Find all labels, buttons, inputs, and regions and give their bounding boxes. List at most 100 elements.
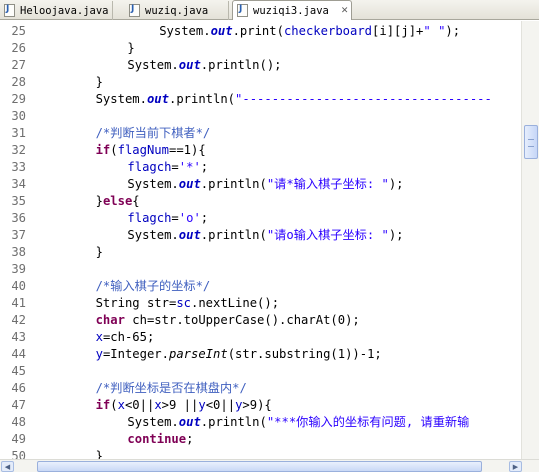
code-line[interactable]: 36 flagch='o';	[0, 210, 521, 227]
code-token: String str=	[95, 296, 177, 310]
code-text: }	[96, 448, 103, 459]
code-token: );	[445, 24, 461, 38]
code-line[interactable]: 31 /*判断当前下棋者*/	[0, 125, 521, 142]
code-token: '*'	[178, 160, 201, 174]
code-token: (str.substring(1))-1;	[227, 347, 382, 361]
code-text: if(x<0||x>9 ||y<0||y>9){	[96, 397, 272, 414]
code-token: continue	[127, 432, 187, 446]
close-icon[interactable]: ✕	[341, 6, 349, 16]
code-line[interactable]: 46 /*判断坐标是否在棋盘内*/	[0, 380, 521, 397]
horizontal-scroll-thumb[interactable]	[37, 461, 482, 472]
line-number: 40	[11, 279, 26, 293]
code-line[interactable]: 44 y=Integer.parseInt(str.substring(1))-1…	[0, 346, 521, 363]
code-token: out	[146, 92, 169, 106]
code-token: .println(	[200, 415, 267, 429]
code-line[interactable]: 47 if(x<0||x>9 ||y<0||y>9){	[0, 397, 521, 414]
code-line[interactable]: 50}	[0, 448, 521, 459]
code-text: }else{	[96, 193, 140, 210]
tab-heloojava[interactable]: Heloojava.java	[0, 1, 113, 20]
code-line[interactable]: 40 /*输入棋子的坐标*/	[0, 278, 521, 295]
code-token: }	[127, 41, 135, 55]
code-line[interactable]: 45	[0, 363, 521, 380]
tab-wuziqi3[interactable]: wuziqi3.java ✕	[232, 0, 352, 20]
code-token: (	[110, 398, 118, 412]
code-token: " "	[423, 24, 446, 38]
code-token: y	[198, 398, 206, 412]
code-line[interactable]: 32 if(flagNum==1){	[0, 142, 521, 159]
line-number: 30	[11, 109, 26, 123]
right-arrow-icon[interactable]: ▶	[509, 461, 522, 472]
code-line[interactable]: 29 System.out.println("------------------…	[0, 91, 521, 108]
code-token: }	[95, 245, 103, 259]
code-text: flagch='o';	[127, 210, 208, 227]
code-token: x	[117, 398, 125, 412]
code-token: );	[388, 177, 404, 191]
tab-label: Heloojava.java	[20, 4, 109, 17]
code-text: if(flagNum==1){	[96, 142, 206, 159]
code-line[interactable]: 26}	[0, 40, 521, 57]
code-token: );	[388, 228, 404, 242]
code-token: System.	[159, 24, 211, 38]
code-token: System.	[127, 177, 179, 191]
code-token: "----------------------------------	[235, 92, 492, 106]
code-token: <0||	[124, 398, 155, 412]
code-line[interactable]: 39	[0, 261, 521, 278]
code-token: if	[95, 398, 111, 412]
code-token: /*判断坐标是否在棋盘内*/	[95, 381, 247, 395]
code-token: =ch-65;	[102, 330, 155, 344]
code-token: sc	[176, 296, 191, 310]
code-line[interactable]: 42 char ch=str.toUpperCase().charAt(0);	[0, 312, 521, 329]
code-editor[interactable]: 25 System.out.print(checkerboard[i][j]+" …	[0, 21, 521, 459]
code-line[interactable]: 27 System.out.println();	[0, 57, 521, 74]
line-number: 49	[11, 432, 26, 446]
code-token: (	[110, 143, 118, 157]
editor-tab-bar: Heloojava.java wuziq.java wuziqi3.java ✕	[0, 0, 539, 20]
code-line[interactable]: 49 continue;	[0, 431, 521, 448]
code-token: }	[95, 75, 103, 89]
code-token: flagNum	[117, 143, 169, 157]
code-line[interactable]: 33 flagch='*';	[0, 159, 521, 176]
code-text: }	[96, 244, 103, 261]
line-number: 37	[11, 228, 26, 242]
line-number: 39	[11, 262, 26, 276]
java-file-icon	[129, 4, 140, 17]
code-text: }	[127, 40, 134, 57]
code-token: parseInt	[168, 347, 228, 361]
code-line[interactable]: 43 x=ch-65;	[0, 329, 521, 346]
vertical-scroll-thumb[interactable]	[524, 125, 538, 159]
left-arrow-icon[interactable]: ◀	[1, 461, 14, 472]
code-line[interactable]: 28}	[0, 74, 521, 91]
code-text: x=ch-65;	[96, 329, 155, 346]
code-token: .println(	[168, 92, 236, 106]
code-token: out	[178, 58, 201, 72]
line-number: 28	[11, 75, 26, 89]
code-text: System.out.println("请*输入棋子坐标: ");	[127, 176, 403, 193]
code-token: .nextLine();	[191, 296, 280, 310]
vertical-scrollbar[interactable]	[521, 21, 539, 459]
horizontal-scrollbar[interactable]: ◀ ▶	[0, 459, 539, 472]
line-number: 27	[11, 58, 26, 72]
tab-wuziq[interactable]: wuziq.java	[125, 1, 229, 20]
line-number: 33	[11, 160, 26, 174]
code-token: System.	[127, 228, 179, 242]
line-number: 35	[11, 194, 26, 208]
code-token: .println(	[200, 228, 267, 242]
code-line[interactable]: 25 System.out.print(checkerboard[i][j]+" …	[0, 23, 521, 40]
tab-label: wuziqi3.java	[253, 4, 329, 17]
code-line[interactable]: 48 System.out.println("***你输入的坐标有问题, 请重新输	[0, 414, 521, 431]
line-number: 47	[11, 398, 26, 412]
java-file-icon	[4, 4, 15, 17]
code-text: System.out.println();	[127, 57, 281, 74]
code-line[interactable]: 35 }else{	[0, 193, 521, 210]
code-line[interactable]: 41 String str=sc.nextLine();	[0, 295, 521, 312]
code-line[interactable]: 37 System.out.println("请o输入棋子坐标: ");	[0, 227, 521, 244]
code-line[interactable]: 34 System.out.println("请*输入棋子坐标: ");	[0, 176, 521, 193]
code-line[interactable]: 38}	[0, 244, 521, 261]
code-token: out	[178, 228, 201, 242]
code-token: /*判断当前下棋者*/	[95, 126, 211, 140]
line-number: 25	[11, 24, 26, 38]
code-text: System.out.print(checkerboard[i][j]+" ")…	[159, 23, 460, 40]
code-token: System.	[95, 92, 147, 106]
code-line[interactable]: 30	[0, 108, 521, 125]
code-token: .println(	[200, 177, 267, 191]
